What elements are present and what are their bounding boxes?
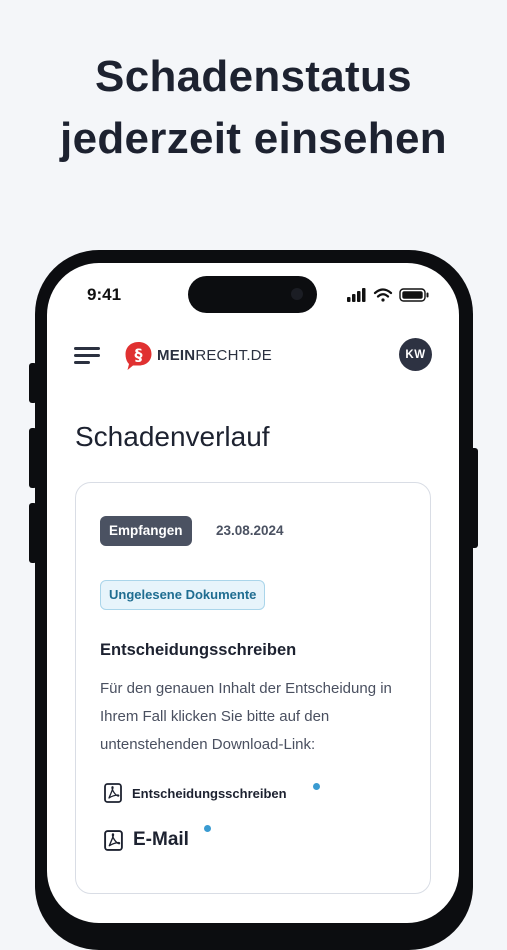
phone-screen: 9:41 § MEINRECHT.DE KW Schadenverlauf Em… xyxy=(47,263,459,923)
unread-dot xyxy=(313,783,320,790)
pdf-icon xyxy=(104,783,122,803)
download-link-decision-letter[interactable]: Entscheidungsschreiben xyxy=(104,783,287,803)
menu-icon-line xyxy=(74,347,100,350)
pdf-icon xyxy=(104,829,123,851)
wifi-icon xyxy=(373,288,393,302)
user-avatar[interactable]: KW xyxy=(399,338,432,371)
camera-icon xyxy=(291,288,303,300)
menu-icon-line xyxy=(74,361,90,364)
menu-button[interactable] xyxy=(74,345,100,365)
page-title: Schadenverlauf xyxy=(75,421,270,452)
download-label: Entscheidungsschreiben xyxy=(132,785,287,801)
headline-line-1: Schadenstatus xyxy=(95,52,412,101)
document-description: Für den genauen Inhalt der Entscheidung … xyxy=(100,680,392,753)
marketing-headline: Schadenstatus jederzeit einsehen xyxy=(0,46,507,170)
unread-dot xyxy=(204,825,211,832)
document-title: Entscheidungsschreiben xyxy=(100,641,297,659)
battery-icon xyxy=(399,288,429,302)
claim-card: Empfangen 23.08.2024 Ungelesene Dokument… xyxy=(75,482,431,894)
status-badge: Empfangen xyxy=(100,516,192,546)
dynamic-island xyxy=(188,276,317,313)
logo-text-bold: MEIN xyxy=(157,346,196,364)
menu-icon-line xyxy=(74,354,100,357)
status-date: 23.08.2024 xyxy=(216,523,284,538)
app-logo[interactable]: § MEINRECHT.DE xyxy=(123,339,272,371)
download-link-email[interactable]: E-Mail xyxy=(104,829,189,851)
logo-text-rest: RECHT.DE xyxy=(195,346,272,364)
unread-documents-badge: Ungelesene Dokumente xyxy=(100,580,266,610)
headline-line-2: jederzeit einsehen xyxy=(60,114,447,163)
status-bar-time: 9:41 xyxy=(87,285,122,304)
download-label: E-Mail xyxy=(133,829,189,850)
logo-text: MEINRECHT.DE xyxy=(157,347,272,364)
paragraph-logo-icon: § xyxy=(125,341,152,370)
signal-icon xyxy=(347,288,366,302)
logo-glyph: § xyxy=(135,345,143,364)
status-icons xyxy=(347,288,429,302)
